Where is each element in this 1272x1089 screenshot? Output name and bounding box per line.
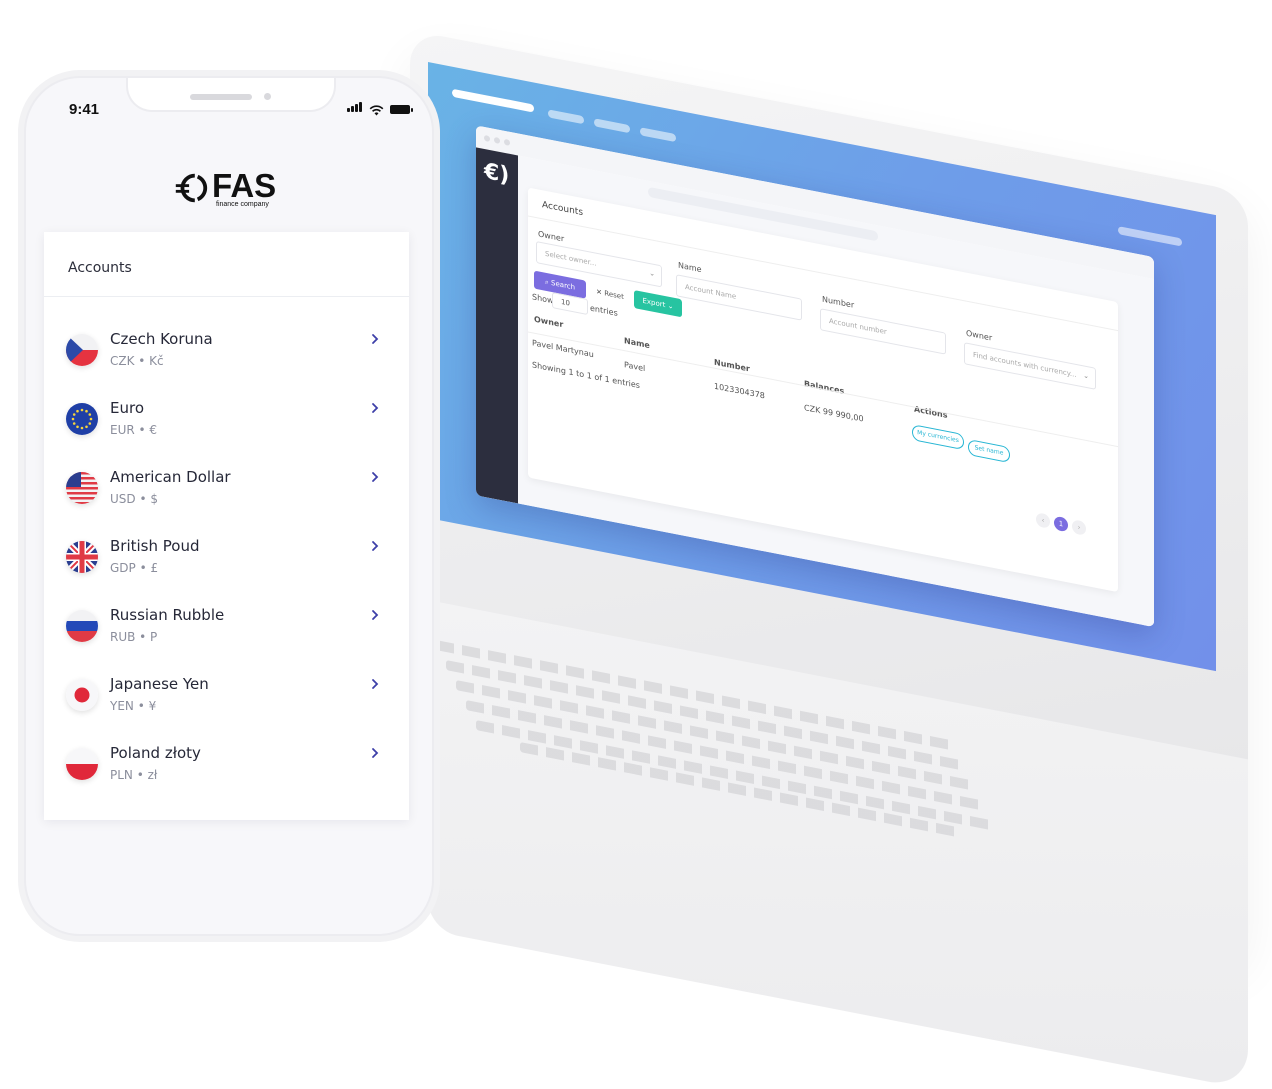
status-time: 9:41 bbox=[69, 101, 100, 118]
camera bbox=[264, 93, 271, 100]
ru-flag-icon bbox=[66, 610, 98, 642]
account-code: RUB • P bbox=[110, 630, 158, 644]
brand-name: FAS bbox=[212, 167, 277, 204]
chevron-right-icon bbox=[372, 610, 379, 620]
entries-suffix: entries bbox=[590, 303, 618, 318]
account-item-pln[interactable]: Poland złoty PLN • zł bbox=[44, 742, 409, 802]
chevron-right-icon bbox=[372, 403, 379, 413]
wifi-icon bbox=[369, 105, 384, 116]
account-item-eur[interactable]: Euro EUR • € bbox=[44, 397, 409, 457]
cell-owner: Pavel Martynau bbox=[532, 338, 594, 360]
accounts-title: Accounts bbox=[68, 260, 132, 276]
page-number-button[interactable]: 1 bbox=[1054, 515, 1068, 533]
export-button[interactable]: Export ⌄ bbox=[634, 290, 682, 318]
nav-logo-bar bbox=[452, 88, 534, 113]
uk-flag-icon bbox=[66, 541, 98, 573]
divider bbox=[44, 296, 409, 297]
chevron-down-icon: ⌄ bbox=[649, 268, 655, 279]
account-code: YEN • ¥ bbox=[110, 699, 157, 713]
th-name[interactable]: Name bbox=[624, 336, 650, 350]
chevron-right-icon bbox=[372, 472, 379, 482]
set-name-button[interactable]: Set name bbox=[968, 438, 1010, 464]
account-code: GDP • £ bbox=[110, 561, 159, 575]
owner-currency-label: Owner bbox=[966, 328, 993, 343]
battery-icon bbox=[390, 105, 413, 114]
my-currencies-button[interactable]: My currencies bbox=[912, 424, 964, 451]
name-input[interactable]: Account Name bbox=[676, 274, 802, 321]
number-input[interactable]: Account number bbox=[820, 308, 946, 355]
signal-icon bbox=[347, 97, 363, 116]
account-code: EUR • € bbox=[110, 423, 158, 437]
account-name: Euro bbox=[110, 399, 144, 417]
jp-flag-icon bbox=[66, 679, 98, 711]
account-item-rub[interactable]: Russian Rubble RUB • P bbox=[44, 604, 409, 664]
show-label: Show bbox=[532, 292, 554, 306]
brand-logo: FAS finance company bbox=[172, 167, 277, 208]
cell-number: 1023304378 bbox=[714, 381, 765, 401]
phone: 9:41 FAS finance company Accounts Czech … bbox=[24, 76, 434, 936]
status-icons bbox=[347, 102, 413, 116]
account-name: British Poud bbox=[110, 537, 200, 555]
account-name: Czech Koruna bbox=[110, 330, 213, 348]
chevron-right-icon bbox=[372, 748, 379, 758]
chevron-right-icon bbox=[372, 334, 379, 344]
account-item-czk[interactable]: Czech Koruna CZK • Kč bbox=[44, 328, 409, 388]
account-name: Russian Rubble bbox=[110, 606, 225, 624]
account-name: Poland złoty bbox=[110, 744, 201, 762]
brand-subtitle: finance company bbox=[216, 201, 269, 208]
nav-link[interactable] bbox=[548, 109, 584, 125]
nav-link[interactable] bbox=[594, 118, 630, 134]
chevron-right-icon bbox=[372, 679, 379, 689]
chevron-down-icon: ⌄ bbox=[665, 301, 674, 311]
account-item-usd[interactable]: American Dollar USD • $ bbox=[44, 466, 409, 526]
account-item-jpy[interactable]: Japanese Yen YEN • ¥ bbox=[44, 673, 409, 733]
nav-user[interactable] bbox=[1118, 226, 1182, 247]
account-item-gbp[interactable]: British Poud GDP • £ bbox=[44, 535, 409, 595]
app-sidebar: €) bbox=[476, 147, 518, 504]
reset-button[interactable]: ✕ Reset bbox=[590, 281, 630, 307]
chevron-down-icon: ⌄ bbox=[1083, 371, 1089, 381]
page-next-button[interactable]: › bbox=[1072, 519, 1086, 536]
fas-logo-icon[interactable]: €) bbox=[484, 159, 509, 189]
account-code: PLN • zł bbox=[110, 768, 158, 782]
us-flag-icon bbox=[66, 472, 98, 504]
account-name: Japanese Yen bbox=[110, 675, 209, 693]
cz-flag-icon bbox=[66, 334, 98, 366]
name-label: Name bbox=[678, 260, 702, 275]
th-balances[interactable]: Balances bbox=[804, 379, 844, 396]
cell-balance: CZK 99 990,00 bbox=[804, 403, 864, 424]
account-name: American Dollar bbox=[110, 468, 231, 486]
chevron-right-icon bbox=[372, 541, 379, 551]
page-title: Accounts bbox=[542, 200, 584, 219]
page-prev-button[interactable]: ‹ bbox=[1036, 512, 1050, 529]
th-owner[interactable]: Owner bbox=[534, 315, 563, 330]
currency-select[interactable]: Find accounts with currency... ⌄ bbox=[964, 342, 1096, 390]
number-label: Number bbox=[822, 294, 855, 310]
pl-flag-icon bbox=[66, 748, 98, 780]
account-code: CZK • Kč bbox=[110, 354, 164, 368]
accounts-card: Accounts Czech Koruna CZK • Kč Euro EUR … bbox=[44, 232, 409, 820]
speaker bbox=[190, 94, 252, 100]
phone-notch bbox=[126, 78, 336, 112]
cell-name: Pavel bbox=[624, 360, 646, 374]
account-code: USD • $ bbox=[110, 492, 158, 506]
fas-euro-logo-icon bbox=[175, 173, 208, 203]
nav-link[interactable] bbox=[640, 127, 676, 143]
eu-flag-icon bbox=[66, 403, 98, 435]
